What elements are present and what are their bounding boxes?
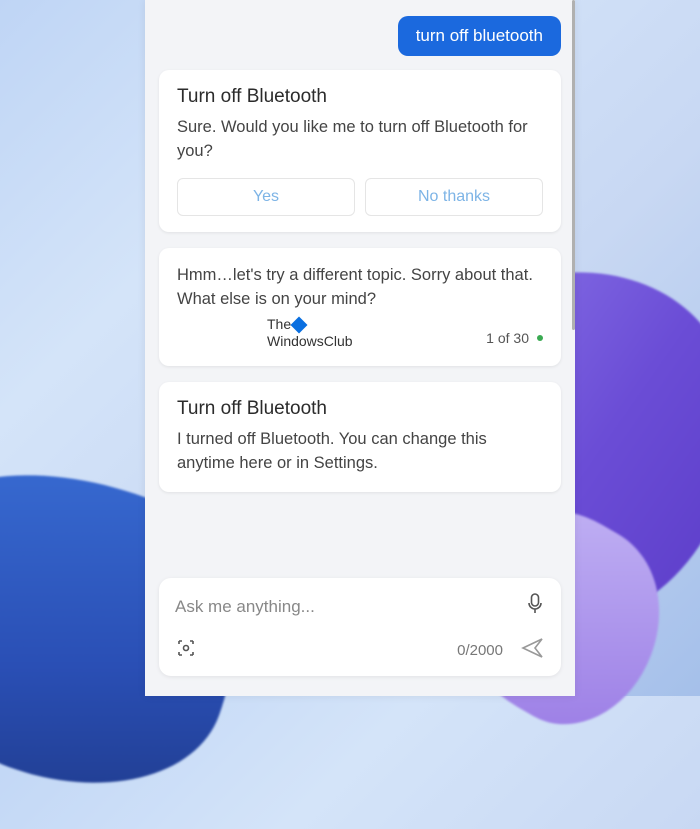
assistant-card-fallback: Hmm…let's try a different topic. Sorry a… — [159, 248, 561, 366]
char-count: 0/2000 — [457, 642, 503, 659]
card-title: Turn off Bluetooth — [177, 86, 543, 108]
user-message-row: turn off bluetooth — [159, 16, 561, 56]
microphone-icon[interactable] — [525, 592, 545, 621]
no-thanks-button[interactable]: No thanks — [365, 178, 543, 216]
card-body: Hmm…let's try a different topic. Sorry a… — [177, 264, 543, 312]
input-area: 0/2000 — [159, 578, 561, 676]
ask-input[interactable] — [175, 597, 525, 617]
scrollbar[interactable] — [572, 0, 575, 330]
status-dot-icon — [537, 335, 543, 341]
response-counter: 1 of 30 — [177, 330, 543, 346]
yes-button[interactable]: Yes — [177, 178, 355, 216]
chat-scroll-area[interactable]: turn off bluetooth Turn off Bluetooth Su… — [145, 0, 575, 578]
send-icon[interactable] — [521, 637, 545, 664]
user-message-bubble: turn off bluetooth — [398, 16, 561, 56]
assistant-card-done: Turn off Bluetooth I turned off Bluetoot… — [159, 382, 561, 492]
card-body: I turned off Bluetooth. You can change t… — [177, 428, 543, 476]
button-row: Yes No thanks — [177, 178, 543, 216]
counter-text: 1 of 30 — [486, 330, 529, 346]
assistant-card-confirm: Turn off Bluetooth Sure. Would you like … — [159, 70, 561, 232]
card-title: Turn off Bluetooth — [177, 398, 543, 420]
card-body: Sure. Would you like me to turn off Blue… — [177, 116, 543, 164]
chat-panel: turn off bluetooth Turn off Bluetooth Su… — [145, 0, 575, 696]
image-search-icon[interactable] — [175, 637, 197, 664]
